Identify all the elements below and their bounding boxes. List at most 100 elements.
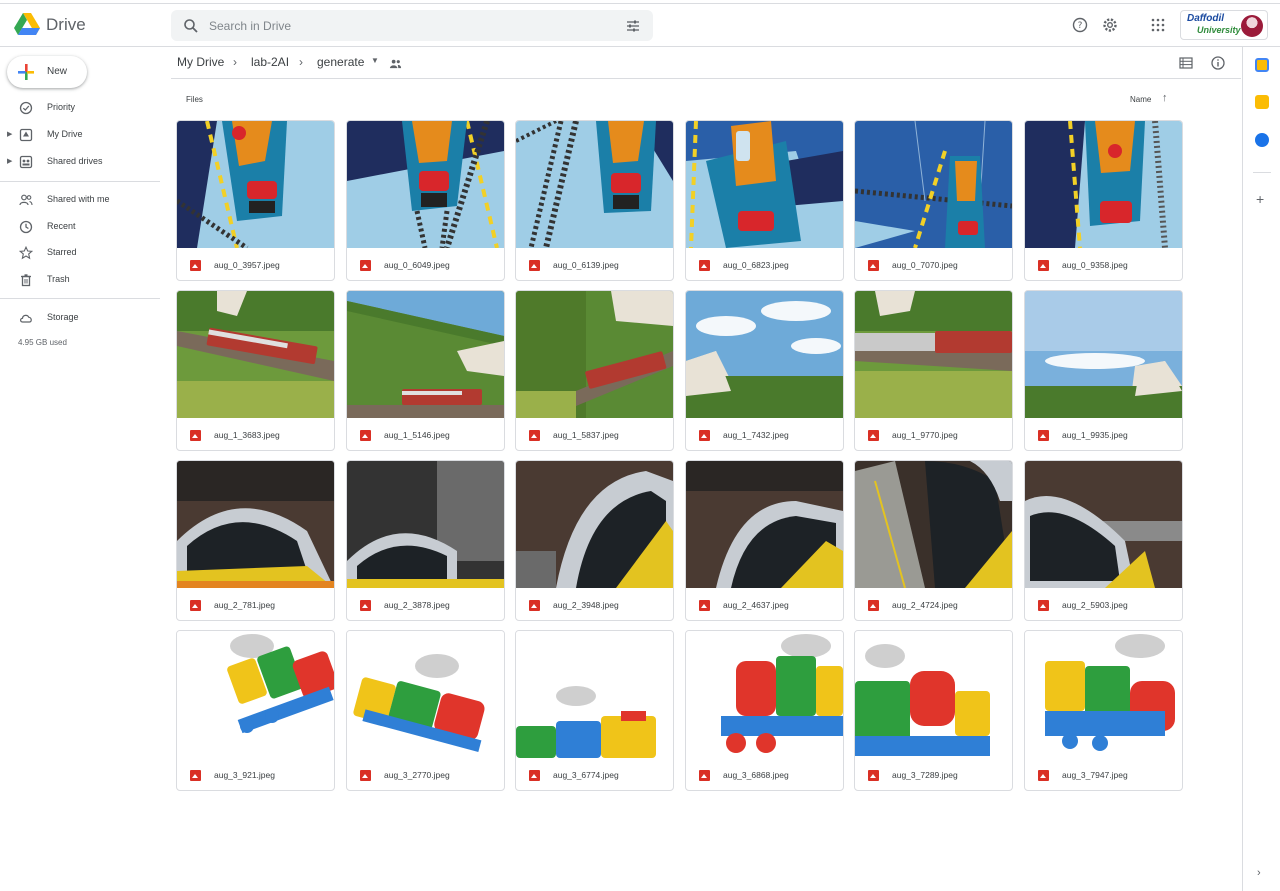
- file-name-text: aug_3_7947.jpeg: [1062, 770, 1128, 780]
- sidebar-item-label: Shared with me: [47, 194, 110, 204]
- image-file-icon: [529, 430, 540, 441]
- chevron-right-icon[interactable]: ›: [1257, 867, 1261, 879]
- image-file-icon: [699, 430, 710, 441]
- file-card[interactable]: aug_2_5903.jpeg: [1024, 460, 1183, 621]
- sort-by-name-button[interactable]: Name: [1130, 95, 1151, 104]
- info-icon[interactable]: [1210, 55, 1226, 71]
- storage-used-text: 4.95 GB used: [18, 338, 67, 347]
- expand-arrow-icon[interactable]: ▶: [7, 157, 12, 165]
- settings-gear-icon[interactable]: [1101, 16, 1119, 34]
- file-card[interactable]: aug_0_9358.jpeg: [1024, 120, 1183, 281]
- file-name-text: aug_0_3957.jpeg: [214, 260, 280, 270]
- sidebar-item-recent[interactable]: Recent: [0, 215, 160, 239]
- image-file-icon: [360, 600, 371, 611]
- file-card[interactable]: aug_1_7432.jpeg: [685, 290, 844, 451]
- file-card[interactable]: aug_0_6139.jpeg: [515, 120, 674, 281]
- file-name-text: aug_2_3878.jpeg: [384, 600, 450, 610]
- image-thumbnail: [177, 631, 334, 758]
- image-thumbnail: [177, 461, 334, 588]
- file-card[interactable]: aug_2_3878.jpeg: [346, 460, 505, 621]
- drive-logo-icon[interactable]: [14, 13, 40, 35]
- file-card[interactable]: aug_0_6823.jpeg: [685, 120, 844, 281]
- app-brand[interactable]: Drive: [46, 15, 86, 35]
- sidebar-divider: [0, 181, 160, 182]
- file-name-text: aug_1_3683.jpeg: [214, 430, 280, 440]
- trash-icon: [21, 274, 31, 287]
- file-card[interactable]: aug_0_7070.jpeg: [854, 120, 1013, 281]
- file-card[interactable]: aug_3_6774.jpeg: [515, 630, 674, 791]
- keep-icon[interactable]: [1255, 95, 1269, 109]
- file-name: aug_0_9358.jpeg: [1038, 258, 1178, 272]
- file-name-text: aug_2_4724.jpeg: [892, 600, 958, 610]
- image-file-icon: [1038, 600, 1049, 611]
- image-thumbnail: [177, 121, 334, 248]
- svg-text:?: ?: [1078, 21, 1083, 31]
- breadcrumb-generate[interactable]: generate: [317, 55, 364, 69]
- breadcrumb-my-drive[interactable]: My Drive: [177, 55, 224, 69]
- sidebar-item-shared-with-me[interactable]: Shared with me: [0, 188, 160, 212]
- help-icon[interactable]: ?: [1071, 16, 1089, 34]
- file-card[interactable]: aug_3_2770.jpeg: [346, 630, 505, 791]
- image-file-icon: [1038, 430, 1049, 441]
- file-card[interactable]: aug_1_5146.jpeg: [346, 290, 505, 451]
- file-card[interactable]: aug_1_5837.jpeg: [515, 290, 674, 451]
- sidebar-item-label: Storage: [47, 312, 79, 322]
- file-name: aug_2_3948.jpeg: [529, 598, 669, 612]
- image-file-icon: [360, 260, 371, 271]
- file-card[interactable]: aug_2_4637.jpeg: [685, 460, 844, 621]
- breadcrumb-lab-2ai[interactable]: lab-2AI: [251, 55, 289, 69]
- file-card[interactable]: aug_3_6868.jpeg: [685, 630, 844, 791]
- file-name: aug_0_6049.jpeg: [360, 258, 500, 272]
- image-file-icon: [529, 770, 540, 781]
- search-options-icon[interactable]: [625, 18, 641, 34]
- sidebar-item-shared-drives[interactable]: ▶ Shared drives: [0, 150, 160, 174]
- image-thumbnail: [516, 461, 673, 588]
- file-name: aug_2_4724.jpeg: [868, 598, 1008, 612]
- file-name-text: aug_0_6823.jpeg: [723, 260, 789, 270]
- calendar-icon[interactable]: [1255, 58, 1269, 72]
- avatar[interactable]: [1241, 15, 1263, 37]
- image-file-icon: [190, 430, 201, 441]
- chevron-right-icon: ›: [233, 55, 237, 69]
- image-thumbnail: [516, 291, 673, 418]
- file-card[interactable]: aug_3_921.jpeg: [176, 630, 335, 791]
- file-name-text: aug_3_921.jpeg: [214, 770, 275, 780]
- search-bar[interactable]: Search in Drive: [171, 10, 653, 41]
- cloud-icon: [20, 314, 32, 323]
- sidebar-item-my-drive[interactable]: ▶ My Drive: [0, 123, 160, 147]
- file-card[interactable]: aug_1_9935.jpeg: [1024, 290, 1183, 451]
- sidebar-item-storage[interactable]: Storage: [0, 306, 160, 330]
- file-card[interactable]: aug_1_9770.jpeg: [854, 290, 1013, 451]
- side-panel-divider: [1253, 172, 1271, 173]
- add-addon-icon[interactable]: +: [1256, 191, 1264, 207]
- sort-ascending-arrow-icon[interactable]: ↑: [1162, 92, 1168, 104]
- file-card[interactable]: aug_0_6049.jpeg: [346, 120, 505, 281]
- file-name: aug_2_3878.jpeg: [360, 598, 500, 612]
- tasks-icon[interactable]: [1255, 133, 1269, 147]
- file-card[interactable]: aug_2_4724.jpeg: [854, 460, 1013, 621]
- image-file-icon: [868, 260, 879, 271]
- sidebar-item-label: Starred: [47, 247, 77, 257]
- file-card[interactable]: aug_2_3948.jpeg: [515, 460, 674, 621]
- account-switcher[interactable]: Daffodil University: [1180, 10, 1268, 40]
- chevron-down-icon[interactable]: ▼: [371, 56, 379, 65]
- list-view-icon[interactable]: [1178, 55, 1194, 71]
- file-card[interactable]: aug_1_3683.jpeg: [176, 290, 335, 451]
- file-card[interactable]: aug_3_7947.jpeg: [1024, 630, 1183, 791]
- file-card[interactable]: aug_2_781.jpeg: [176, 460, 335, 621]
- file-card[interactable]: aug_3_7289.jpeg: [854, 630, 1013, 791]
- sidebar-item-priority[interactable]: Priority: [0, 96, 160, 120]
- image-thumbnail: [686, 291, 843, 418]
- image-thumbnail: [686, 631, 843, 758]
- new-button[interactable]: New: [7, 56, 87, 88]
- file-card[interactable]: aug_0_3957.jpeg: [176, 120, 335, 281]
- image-thumbnail: [347, 121, 504, 248]
- sidebar-item-starred[interactable]: Starred: [0, 241, 160, 265]
- my-drive-icon: [19, 128, 33, 142]
- search-input[interactable]: Search in Drive: [209, 19, 291, 33]
- file-name-text: aug_2_5903.jpeg: [1062, 600, 1128, 610]
- apps-grid-icon[interactable]: [1149, 16, 1167, 34]
- expand-arrow-icon[interactable]: ▶: [7, 130, 12, 138]
- sidebar-item-trash[interactable]: Trash: [0, 268, 160, 292]
- search-icon[interactable]: [183, 18, 199, 34]
